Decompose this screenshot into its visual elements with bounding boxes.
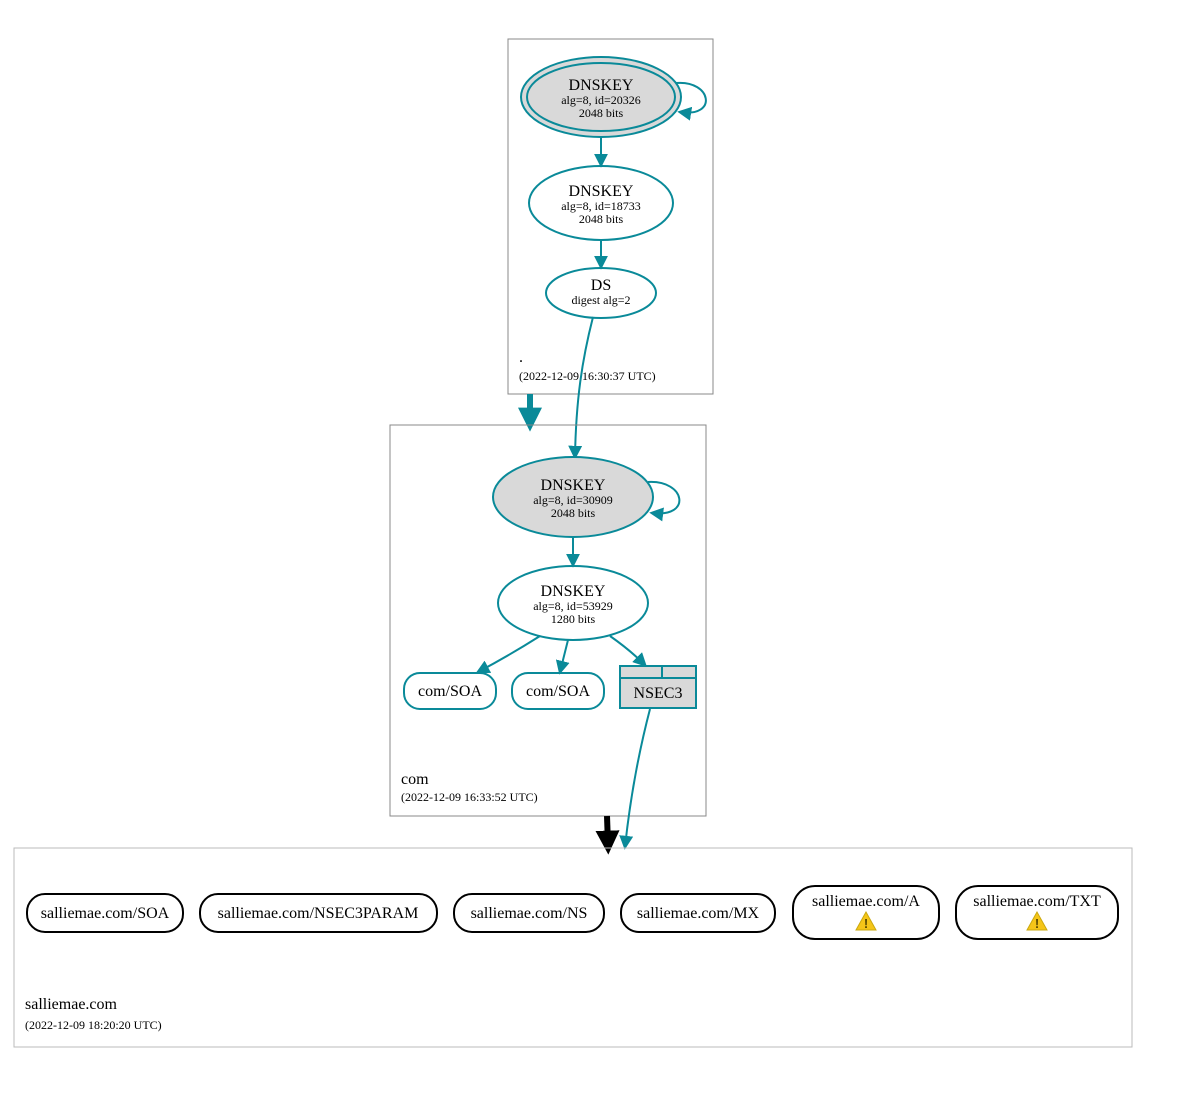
edge-ds-to-com-ksk bbox=[575, 317, 593, 457]
node-com-ksk: DNSKEY alg=8, id=30909 2048 bits bbox=[493, 457, 653, 537]
node-com-nsec3: NSEC3 bbox=[620, 666, 696, 708]
edge-com-zsk-soa1 bbox=[478, 636, 540, 672]
svg-text:2048 bits: 2048 bits bbox=[579, 212, 624, 226]
node-salliemae-ns: salliemae.com/NS bbox=[454, 894, 604, 932]
node-salliemae-txt: salliemae.com/TXT ! bbox=[956, 886, 1118, 939]
svg-text:salliemae.com/TXT: salliemae.com/TXT bbox=[973, 893, 1101, 910]
svg-text:DNSKEY: DNSKEY bbox=[569, 183, 634, 200]
node-root-ds: DS digest alg=2 bbox=[546, 268, 656, 318]
svg-text:salliemae.com/MX: salliemae.com/MX bbox=[637, 905, 760, 922]
zone-salliemae-timestamp: (2022-12-09 18:20:20 UTC) bbox=[25, 1018, 162, 1032]
svg-text:salliemae.com/A: salliemae.com/A bbox=[812, 893, 920, 910]
edge-com-zsk-nsec3 bbox=[610, 636, 645, 665]
svg-text:alg=8, id=18733: alg=8, id=18733 bbox=[561, 199, 641, 213]
svg-text:com/SOA: com/SOA bbox=[526, 683, 590, 700]
edge-nsec3-to-salliemae bbox=[625, 709, 650, 847]
node-salliemae-a: salliemae.com/A ! bbox=[793, 886, 939, 939]
svg-text:!: ! bbox=[1035, 916, 1039, 931]
svg-text:salliemae.com/NSEC3PARAM: salliemae.com/NSEC3PARAM bbox=[218, 905, 419, 922]
svg-text:com/SOA: com/SOA bbox=[418, 683, 482, 700]
node-salliemae-mx: salliemae.com/MX bbox=[621, 894, 775, 932]
svg-text:NSEC3: NSEC3 bbox=[634, 685, 683, 702]
zone-root: . (2022-12-09 16:30:37 UTC) DNSKEY alg=8… bbox=[508, 39, 713, 394]
zone-salliemae: salliemae.com (2022-12-09 18:20:20 UTC) … bbox=[14, 848, 1132, 1047]
svg-text:DS: DS bbox=[591, 277, 611, 294]
svg-text:2048 bits: 2048 bits bbox=[579, 106, 624, 120]
svg-text:alg=8, id=30909: alg=8, id=30909 bbox=[533, 493, 613, 507]
svg-text:DNSKEY: DNSKEY bbox=[541, 477, 606, 494]
svg-text:2048 bits: 2048 bits bbox=[551, 506, 596, 520]
svg-text:DNSKEY: DNSKEY bbox=[541, 583, 606, 600]
svg-text:DNSKEY: DNSKEY bbox=[569, 77, 634, 94]
svg-text:!: ! bbox=[864, 916, 868, 931]
svg-text:salliemae.com/NS: salliemae.com/NS bbox=[471, 905, 588, 922]
zone-salliemae-label: salliemae.com bbox=[25, 996, 118, 1013]
svg-text:1280 bits: 1280 bits bbox=[551, 612, 596, 626]
edge-com-zsk-soa2 bbox=[560, 640, 568, 672]
node-com-soa1: com/SOA bbox=[404, 673, 496, 709]
node-root-zsk: DNSKEY alg=8, id=18733 2048 bits bbox=[529, 166, 673, 240]
node-com-zsk: DNSKEY alg=8, id=53929 1280 bits bbox=[498, 566, 648, 640]
zone-com-timestamp: (2022-12-09 16:33:52 UTC) bbox=[401, 790, 538, 804]
svg-text:salliemae.com/SOA: salliemae.com/SOA bbox=[41, 905, 170, 922]
svg-text:alg=8, id=53929: alg=8, id=53929 bbox=[533, 599, 613, 613]
svg-text:digest alg=2: digest alg=2 bbox=[571, 293, 630, 307]
node-root-ksk: DNSKEY alg=8, id=20326 2048 bits bbox=[521, 57, 681, 137]
node-salliemae-nsec3param: salliemae.com/NSEC3PARAM bbox=[200, 894, 437, 932]
node-com-soa2: com/SOA bbox=[512, 673, 604, 709]
zone-root-timestamp: (2022-12-09 16:30:37 UTC) bbox=[519, 369, 656, 383]
zone-com-label: com bbox=[401, 771, 429, 788]
zone-root-label: . bbox=[519, 349, 523, 366]
svg-text:alg=8, id=20326: alg=8, id=20326 bbox=[561, 93, 641, 107]
dnssec-graph: . (2022-12-09 16:30:37 UTC) DNSKEY alg=8… bbox=[0, 0, 1196, 1104]
edge-com-to-salliemae-zone bbox=[607, 816, 608, 845]
zone-com: com (2022-12-09 16:33:52 UTC) DNSKEY alg… bbox=[390, 425, 706, 816]
node-salliemae-soa: salliemae.com/SOA bbox=[27, 894, 183, 932]
